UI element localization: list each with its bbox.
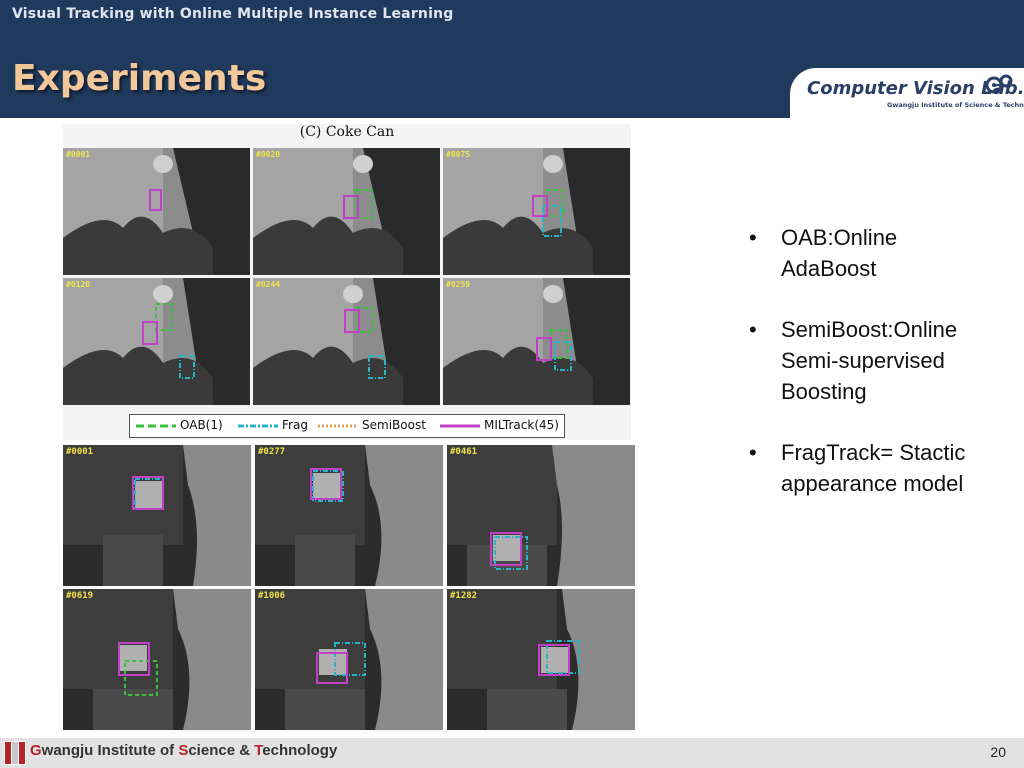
lab-logo: Computer Vision Lab. Gwangju Institute o…: [790, 68, 1024, 118]
person-frame: #0461: [447, 445, 635, 586]
legend-label: Frag: [282, 418, 308, 432]
slide-header: Visual Tracking with Online Multiple Ins…: [0, 0, 1024, 118]
person-frame: #0277: [255, 445, 443, 586]
legend-label: SemiBoost: [362, 418, 426, 432]
frame-number: #1006: [258, 591, 286, 601]
frame-number: #0001: [66, 150, 91, 159]
oab-swatch: [136, 424, 176, 428]
coke-frame: #0244: [253, 278, 440, 405]
bullet-text: FragTrack= Stactic appearance model: [781, 440, 966, 496]
bullet-text: SemiBoost:Online Semi-supervised Boostin…: [781, 317, 958, 404]
person-frame: #1006: [255, 589, 443, 730]
figure-caption: (C) Coke Can: [299, 124, 395, 140]
frame-number: #0259: [446, 280, 471, 289]
person-frame: #1282: [447, 589, 635, 730]
coke-frame: #0020: [253, 148, 440, 275]
coke-frame: #0075: [443, 148, 630, 275]
slide-title: Experiments: [12, 58, 267, 99]
legend-label: OAB(1): [180, 418, 223, 432]
bullet-icon: •: [749, 440, 757, 465]
frame-number: #0244: [256, 280, 281, 289]
bullet-text: OAB:Online AdaBoost: [781, 225, 898, 281]
bullet-item: • FragTrack= Stactic appearance model: [745, 437, 985, 499]
coke-can-figure: (C) Coke Can #0001 #0020 #0075 #0120 #02…: [63, 124, 631, 440]
bullet-item: • OAB:Online AdaBoost: [745, 222, 985, 284]
person-frame: #0001: [63, 445, 251, 586]
bullet-icon: •: [749, 225, 757, 250]
coke-frame: #0001: [63, 148, 250, 275]
frame-number: #0020: [256, 150, 281, 159]
coke-frame: #0259: [443, 278, 630, 405]
frame-number: #0619: [66, 591, 94, 601]
frame-number: #1282: [450, 591, 478, 601]
frame-number: #0120: [66, 280, 91, 289]
coke-frame: #0120: [63, 278, 250, 405]
frame-number: #0461: [450, 447, 478, 457]
frame-number: #0001: [66, 447, 94, 457]
frag-swatch: [238, 424, 278, 428]
frame-number: #0075: [446, 150, 471, 159]
bullet-list: • OAB:Online AdaBoost • SemiBoost:Online S…: [745, 222, 985, 529]
tracker-legend: OAB(1) Frag SemiBoost MILTrack(45): [129, 414, 565, 438]
person-tracking-figure: #0001 #0277 #0461 #0619 #1006 #1282: [63, 444, 637, 732]
person-frame: #0619: [63, 589, 251, 730]
lab-logo-institute: Gwangju Institute of Science & Technolog…: [887, 101, 1024, 109]
semiboost-swatch: [318, 424, 358, 428]
gist-logo-icon: [4, 741, 26, 765]
slide-subtitle: Visual Tracking with Online Multiple Ins…: [12, 6, 454, 22]
legend-label: MILTrack(45): [484, 418, 559, 432]
page-number: 20: [990, 744, 1006, 760]
frame-number: #0277: [258, 447, 286, 457]
miltrack-swatch: [440, 424, 480, 428]
bullet-icon: •: [749, 317, 757, 342]
footer-institute: Gwangju Institute of Science & Technolog…: [30, 742, 338, 759]
bullet-item: • SemiBoost:Online Semi-supervised Boosti…: [745, 314, 985, 407]
gear-icon: [985, 74, 1013, 94]
slide-footer: Gwangju Institute of Science & Technolog…: [0, 738, 1024, 768]
